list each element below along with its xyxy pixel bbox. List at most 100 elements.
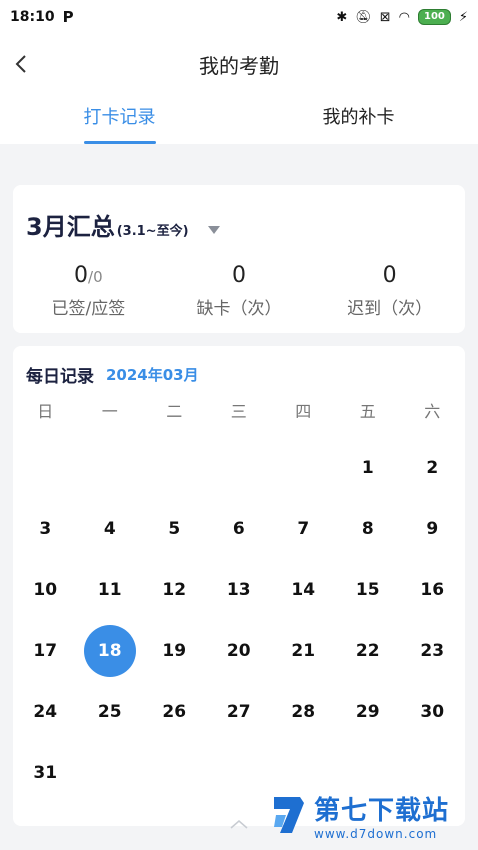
calendar-day[interactable]: 30 [400, 682, 465, 743]
summary-header[interactable]: 3月汇总 (3.1~至今) [26, 207, 221, 242]
calendar-empty-cell [142, 438, 207, 499]
calendar-day-label: 20 [226, 641, 251, 661]
watermark-url: www.d7down.com [314, 826, 438, 841]
watermark-title: 第七下载站 [314, 795, 450, 826]
calendar-day[interactable]: 22 [336, 621, 401, 682]
calendar-day-label: 27 [226, 702, 251, 722]
calendar-day[interactable]: 20 [207, 621, 272, 682]
charging-icon: ⚡︎ [458, 9, 468, 25]
calendar-week-row: 24 25 26 27 28 29 30 [13, 682, 465, 743]
calendar-day-label: 24 [33, 702, 58, 722]
status-time: 18:10 [10, 9, 55, 25]
calendar-day-label: 18 [83, 625, 136, 677]
calendar-day[interactable]: 5 [142, 499, 207, 560]
calendar-title: 每日记录 [26, 367, 94, 387]
calendar-day[interactable]: 16 [400, 560, 465, 621]
calendar-day[interactable]: 25 [78, 682, 143, 743]
calendar-day[interactable]: 29 [336, 682, 401, 743]
caret-down-icon[interactable] [207, 225, 221, 235]
calendar-day[interactable]: 23 [400, 621, 465, 682]
tab-my-makeup[interactable]: 我的补卡 [239, 94, 478, 144]
calendar-month[interactable]: 2024年03月 [106, 364, 199, 385]
calendar-day[interactable]: 21 [271, 621, 336, 682]
stat-missing: 0 缺卡（次） [164, 263, 315, 319]
calendar-day-label: 15 [355, 580, 380, 600]
stat-sub: /0 [88, 268, 103, 286]
stat-value: 0 [74, 263, 89, 288]
stat-label: 迟到（次） [347, 299, 433, 319]
calendar-day-label: 13 [226, 580, 251, 600]
calendar-empty-cell [78, 438, 143, 499]
app-badge: P [62, 8, 74, 26]
calendar-day-label: 6 [232, 519, 245, 539]
mute-icon: 🔕︎ [355, 9, 372, 25]
calendar-day-label: 26 [162, 702, 187, 722]
battery-icon: 100 [417, 9, 451, 25]
calendar-day[interactable]: 24 [13, 682, 78, 743]
calendar-day[interactable]: 3 [13, 499, 78, 560]
calendar-day[interactable]: 19 [142, 621, 207, 682]
calendar-day[interactable]: 13 [207, 560, 272, 621]
calendar-day-label: 4 [103, 519, 116, 539]
weekday-label: 三 [230, 402, 247, 421]
status-icons: ✱ 🔕︎ ⊠ ◠ 100 ⚡︎ [336, 9, 468, 25]
calendar-day[interactable]: 31 [13, 743, 78, 804]
calendar-day[interactable]: 1 [336, 438, 401, 499]
calendar-day[interactable]: 8 [336, 499, 401, 560]
weekday-label: 二 [166, 402, 183, 421]
stat-late: 0 迟到（次） [314, 263, 465, 319]
tab-bar: 打卡记录 我的补卡 [0, 94, 478, 144]
summary-range: (3.1~至今) [116, 224, 189, 239]
watermark: 第七下载站 www.d7down.com [270, 784, 470, 846]
stat-value: 0 [232, 263, 246, 288]
calendar-grid: 1 2 3 4 5 6 7 8 9 10 11 12 13 14 15 16 17 18 19 20 21 22 23 24 2… [13, 438, 465, 804]
calendar-day-label: 30 [420, 702, 445, 722]
calendar-day-label: 9 [426, 519, 439, 539]
calendar-day[interactable]: 17 [13, 621, 78, 682]
calendar-day[interactable]: 15 [336, 560, 401, 621]
calendar-day-label: 14 [291, 580, 316, 600]
tab-label: 打卡记录 [83, 107, 156, 128]
page-title: 我的考勤 [199, 54, 279, 78]
calendar-day-label: 2 [426, 458, 439, 478]
calendar-day[interactable]: 28 [271, 682, 336, 743]
calendar-day[interactable]: 9 [400, 499, 465, 560]
calendar-day[interactable]: 11 [78, 560, 143, 621]
calendar-empty-cell [207, 438, 272, 499]
calendar-day-label: 29 [355, 702, 380, 722]
calendar-card: 每日记录 2024年03月 日 一 二 三 四 五 六 1 2 3 4 5 6 7 8 9 10 1… [13, 346, 465, 826]
calendar-day-label: 8 [361, 519, 374, 539]
calendar-day-label: 1 [361, 458, 374, 478]
tab-punch-records[interactable]: 打卡记录 [0, 94, 239, 144]
summary-title: 3月汇总 [26, 213, 115, 241]
calendar-day[interactable]: 27 [207, 682, 272, 743]
calendar-empty-cell [142, 743, 207, 804]
calendar-day[interactable]: 14 [271, 560, 336, 621]
calendar-day[interactable]: 2 [400, 438, 465, 499]
header: 我的考勤 [0, 34, 478, 94]
calendar-day[interactable]: 18 [78, 621, 143, 682]
calendar-day[interactable]: 12 [142, 560, 207, 621]
chevron-up-icon[interactable] [229, 818, 249, 830]
calendar-day[interactable]: 10 [13, 560, 78, 621]
calendar-day[interactable]: 6 [207, 499, 272, 560]
calendar-day[interactable]: 4 [78, 499, 143, 560]
sim-icon: ⊠ [379, 9, 391, 25]
calendar-week-row: 3 4 5 6 7 8 9 [13, 499, 465, 560]
calendar-day[interactable]: 7 [271, 499, 336, 560]
calendar-day-label: 31 [33, 763, 58, 783]
tab-label: 我的补卡 [322, 107, 395, 128]
calendar-day[interactable]: 26 [142, 682, 207, 743]
calendar-day-label: 21 [291, 641, 316, 661]
weekday-label: 六 [424, 402, 441, 421]
calendar-week-row: 12 [13, 438, 465, 499]
stat-signed: 0/0 已签/应签 [13, 263, 164, 319]
weekday-label: 五 [359, 402, 376, 421]
tab-active-indicator [83, 141, 156, 144]
calendar-day-label: 22 [355, 641, 380, 661]
weekday-row: 日 一 二 三 四 五 六 [13, 398, 465, 422]
calendar-empty-cell [271, 438, 336, 499]
weekday-label: 一 [101, 402, 118, 421]
status-bar: 18:10 P ✱ 🔕︎ ⊠ ◠ 100 ⚡︎ [0, 0, 478, 34]
weekday-label: 四 [295, 402, 312, 421]
